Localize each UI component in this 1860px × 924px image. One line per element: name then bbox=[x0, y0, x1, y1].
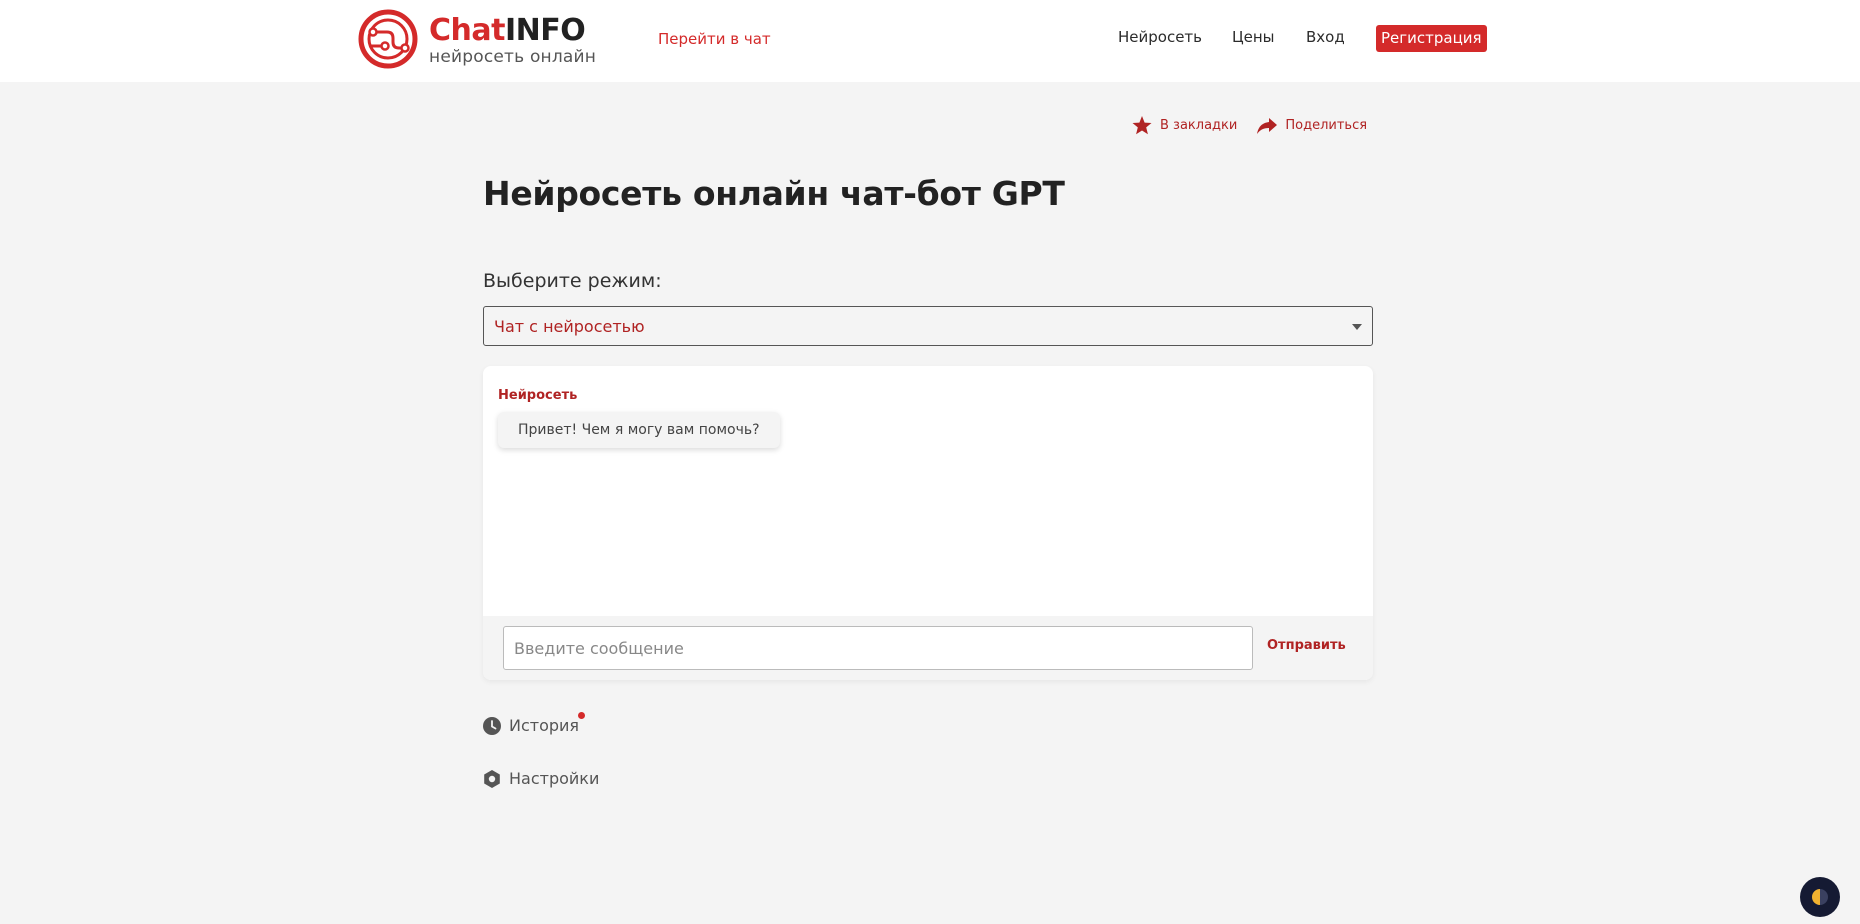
theme-icon bbox=[1812, 889, 1828, 905]
history-link[interactable]: История bbox=[483, 716, 579, 735]
chevron-down-icon bbox=[1352, 324, 1362, 330]
share-label: Поделиться bbox=[1285, 118, 1368, 133]
mode-label: Выберите режим: bbox=[483, 270, 662, 292]
message-input[interactable] bbox=[503, 626, 1253, 670]
clock-icon bbox=[483, 716, 501, 735]
message-author: Нейросеть bbox=[498, 388, 578, 403]
chat-window: Нейросеть Привет! Чем я могу вам помочь?… bbox=[483, 366, 1373, 680]
send-button[interactable]: Отправить bbox=[1267, 638, 1346, 653]
goto-chat-link[interactable]: Перейти в чат bbox=[658, 30, 771, 48]
logo-brand-info: INFO bbox=[504, 13, 586, 48]
theme-toggle-button[interactable] bbox=[1800, 877, 1840, 917]
logo-icon bbox=[358, 9, 418, 69]
page-title: Нейросеть онлайн чат-бот GPT bbox=[483, 174, 1065, 213]
logo-text: ChatINFO нейросеть онлайн bbox=[429, 12, 596, 66]
history-label: История bbox=[509, 716, 580, 735]
star-icon bbox=[1132, 116, 1152, 135]
nav-neuro-link[interactable]: Нейросеть bbox=[1118, 28, 1202, 46]
gear-icon bbox=[484, 769, 500, 788]
site-header: ChatINFO нейросеть онлайн Перейти в чат … bbox=[0, 0, 1860, 82]
message-bubble: Привет! Чем я могу вам помочь? bbox=[498, 412, 780, 448]
page-actions: В закладки Поделиться bbox=[1132, 116, 1367, 135]
logo-title: ChatINFO bbox=[429, 16, 596, 46]
logo-subtitle: нейросеть онлайн bbox=[429, 47, 597, 67]
share-icon bbox=[1257, 117, 1278, 134]
logo-brand-chat: Chat bbox=[429, 13, 505, 48]
mode-select[interactable]: Чат с нейросетью bbox=[483, 306, 1373, 346]
notification-dot bbox=[578, 712, 585, 719]
chat-input-bar: Отправить bbox=[483, 616, 1373, 680]
bookmark-label: В закладки bbox=[1160, 118, 1238, 133]
logo-link[interactable]: ChatINFO нейросеть онлайн bbox=[357, 8, 596, 70]
mode-select-value: Чат с нейросетью bbox=[494, 316, 645, 336]
settings-link[interactable]: Настройки bbox=[483, 769, 599, 788]
bookmark-button[interactable]: В закладки bbox=[1132, 116, 1237, 135]
settings-label: Настройки bbox=[509, 769, 600, 788]
nav-prices-link[interactable]: Цены bbox=[1232, 28, 1275, 46]
share-button[interactable]: Поделиться bbox=[1257, 117, 1368, 134]
nav-login-link[interactable]: Вход bbox=[1306, 28, 1345, 46]
register-button[interactable]: Регистрация bbox=[1376, 25, 1487, 52]
